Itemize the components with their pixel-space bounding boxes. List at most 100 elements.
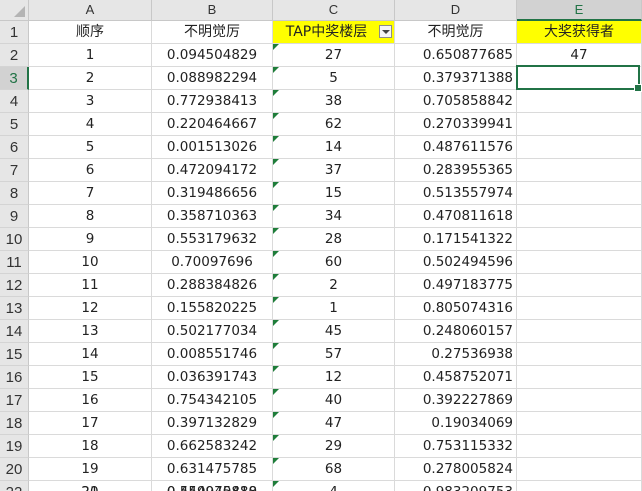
table-cell-random-1[interactable]: 0.772938413 [152, 90, 273, 113]
row-header[interactable]: 1 [0, 21, 29, 44]
table-cell-winner[interactable] [517, 159, 642, 182]
table-cell-random-2[interactable]: 0.379371388 [395, 67, 517, 90]
column-header-b[interactable]: B [152, 0, 273, 21]
select-all-button[interactable] [0, 0, 29, 21]
row-header[interactable]: 17 [0, 389, 29, 412]
table-cell-winner[interactable] [517, 136, 642, 159]
table-cell-random-1[interactable]: 0.319486656 [152, 182, 273, 205]
row-header[interactable]: 8 [0, 182, 29, 205]
table-cell-random-1[interactable]: 0.358710363 [152, 205, 273, 228]
table-cell-tap-floor[interactable]: 60 [273, 251, 395, 274]
table-cell-order[interactable]: 17 [29, 412, 152, 435]
table-cell-random-1[interactable]: 0.70097696 [152, 251, 273, 274]
row-header[interactable]: 19 [0, 435, 29, 458]
table-cell-order[interactable]: 1 [29, 44, 152, 67]
table-cell-winner[interactable] [517, 90, 642, 113]
spreadsheet[interactable]: A B C D E 1 顺序 不明觉厉 TAP中奖楼层 不明觉厉 大奖获得者 2… [0, 0, 642, 491]
table-cell-random-1[interactable]: 0.754342105 [152, 389, 273, 412]
table-cell-order[interactable]: 12 [29, 297, 152, 320]
table-cell-random-2[interactable]: 0.470811618 [395, 205, 517, 228]
header-cell-order[interactable]: 顺序 [29, 21, 152, 44]
row-header[interactable]: 13 [0, 297, 29, 320]
table-cell-winner[interactable] [517, 251, 642, 274]
table-cell-random-1[interactable]: 0.220464667 [152, 113, 273, 136]
table-cell-random-2[interactable]: 0.805074316 [395, 297, 517, 320]
row-header[interactable]: 18 [0, 412, 29, 435]
table-cell-order[interactable]: 15 [29, 366, 152, 389]
column-header-e[interactable]: E [517, 0, 642, 21]
table-cell-order[interactable]: 19 [29, 458, 152, 481]
table-cell-random-2[interactable]: 0.27536938 [395, 343, 517, 366]
table-cell-winner[interactable] [517, 113, 642, 136]
table-cell-tap-floor[interactable]: 37 [273, 159, 395, 182]
table-cell-random-2[interactable]: 0.705858842 [395, 90, 517, 113]
table-cell-random-1[interactable]: 0.094504829 [152, 44, 273, 67]
table-cell-winner[interactable] [517, 389, 642, 412]
table-cell-order[interactable]: 10 [29, 251, 152, 274]
table-cell-random-1[interactable]: 0.001513026 [152, 136, 273, 159]
row-header[interactable]: 9 [0, 205, 29, 228]
table-cell-order[interactable]: 16 [29, 389, 152, 412]
row-header[interactable]: 4 [0, 90, 29, 113]
row-header[interactable]: 10 [0, 228, 29, 251]
table-cell-order[interactable]: 3 [29, 90, 152, 113]
table-cell-order[interactable]: 9 [29, 228, 152, 251]
table-cell-winner[interactable] [517, 412, 642, 435]
table-cell-random-1[interactable]: 0.662583242 [152, 435, 273, 458]
row-header[interactable]: 12 [0, 274, 29, 297]
table-cell-random-2[interactable]: 0.270339941 [395, 113, 517, 136]
table-cell-random-2[interactable]: 0.171541322 [395, 228, 517, 251]
table-cell-winner[interactable] [517, 67, 642, 90]
header-cell-random-2[interactable]: 不明觉厉 [395, 21, 517, 44]
header-cell-random-1[interactable]: 不明觉厉 [152, 21, 273, 44]
table-cell-winner[interactable] [517, 297, 642, 320]
header-cell-tap-floor[interactable]: TAP中奖楼层 [273, 21, 395, 44]
table-cell-winner[interactable]: 47 [517, 44, 642, 67]
table-cell-random-2[interactable]: 0.458752071 [395, 366, 517, 389]
table-cell-random-1[interactable]: 0.288384826 [152, 274, 273, 297]
column-header-d[interactable]: D [395, 0, 517, 21]
table-cell-order[interactable]: 5 [29, 136, 152, 159]
table-cell-tap-floor[interactable]: 68 [273, 458, 395, 481]
table-cell-random-2[interactable] [395, 481, 517, 491]
row-header[interactable]: 20 [0, 458, 29, 481]
table-cell-random-1[interactable]: 0.088982294 [152, 67, 273, 90]
table-cell-winner[interactable] [517, 228, 642, 251]
column-header-c[interactable]: C [273, 0, 395, 21]
table-cell-order[interactable]: 6 [29, 159, 152, 182]
table-cell-winner[interactable] [517, 205, 642, 228]
table-cell-tap-floor[interactable]: 57 [273, 343, 395, 366]
filter-dropdown-icon[interactable] [379, 25, 392, 38]
table-cell-random-1[interactable]: 0.554045810 [152, 481, 273, 491]
table-cell-winner[interactable] [517, 435, 642, 458]
table-cell-tap-floor[interactable]: 62 [273, 113, 395, 136]
table-cell-order[interactable]: 13 [29, 320, 152, 343]
table-cell-tap-floor[interactable]: 2 [273, 274, 395, 297]
table-cell-random-2[interactable]: 0.392227869 [395, 389, 517, 412]
row-header[interactable]: 3 [0, 67, 29, 90]
table-cell-order[interactable]: 14 [29, 343, 152, 366]
table-cell-tap-floor[interactable]: 14 [273, 136, 395, 159]
table-cell-tap-floor[interactable] [273, 481, 395, 491]
table-cell-order[interactable]: 8 [29, 205, 152, 228]
table-cell-tap-floor[interactable]: 40 [273, 389, 395, 412]
table-cell-random-1[interactable]: 0.397132829 [152, 412, 273, 435]
table-cell-random-2[interactable]: 0.283955365 [395, 159, 517, 182]
row-header[interactable]: 5 [0, 113, 29, 136]
table-cell-order[interactable]: 21 [29, 481, 152, 491]
table-cell-random-1[interactable]: 0.472094172 [152, 159, 273, 182]
table-cell-random-2[interactable]: 0.502494596 [395, 251, 517, 274]
table-cell-random-1[interactable]: 0.502177034 [152, 320, 273, 343]
table-cell-tap-floor[interactable]: 34 [273, 205, 395, 228]
table-cell-winner[interactable] [517, 343, 642, 366]
row-header[interactable]: 7 [0, 159, 29, 182]
table-cell-random-2[interactable]: 0.487611576 [395, 136, 517, 159]
table-cell-winner[interactable] [517, 366, 642, 389]
table-cell-tap-floor[interactable]: 27 [273, 44, 395, 67]
table-cell-tap-floor[interactable]: 5 [273, 67, 395, 90]
table-cell-tap-floor[interactable]: 1 [273, 297, 395, 320]
table-cell-random-2[interactable]: 0.19034069 [395, 412, 517, 435]
row-header[interactable]: 16 [0, 366, 29, 389]
fill-handle[interactable] [634, 84, 642, 92]
table-cell-order[interactable]: 18 [29, 435, 152, 458]
